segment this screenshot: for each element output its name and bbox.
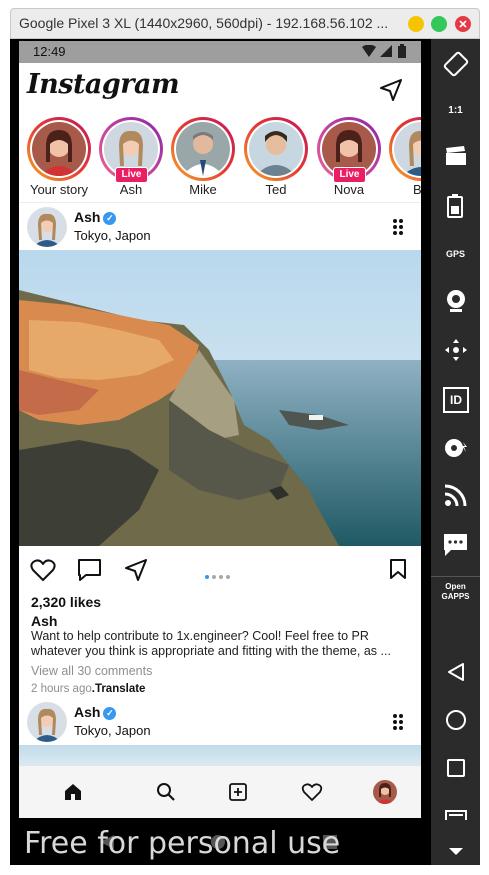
story-avatar (249, 122, 303, 176)
identity-icon[interactable]: ID (443, 387, 469, 413)
back-icon[interactable] (447, 662, 465, 682)
story-label: Ba (413, 182, 421, 197)
story-avatar (176, 122, 230, 176)
add-post-icon[interactable] (228, 782, 248, 802)
rotate-icon[interactable] (443, 51, 469, 77)
battery-icon (398, 44, 406, 58)
carousel-dot (226, 575, 230, 579)
cast-icon[interactable] (445, 484, 467, 506)
post-username[interactable]: Ash (74, 209, 100, 225)
carousel-dot-active (205, 575, 209, 579)
post-image[interactable] (19, 250, 421, 546)
more-options-icon[interactable] (392, 218, 404, 236)
minimize-button[interactable] (408, 16, 424, 32)
post-avatar[interactable] (27, 702, 67, 742)
story-label: Ted (265, 182, 287, 197)
scale-1-1-icon[interactable]: 1:1 (431, 99, 480, 123)
home-icon[interactable] (63, 782, 83, 802)
story-mike[interactable] (171, 117, 235, 181)
live-badge: Live (115, 167, 148, 183)
comment-icon[interactable] (77, 558, 102, 582)
emulator-toolbar: 1:1 GPS ID Open GAPPS (431, 39, 480, 865)
post-meta: 2 hours ago.Translate (31, 683, 145, 695)
carousel-dot (219, 575, 223, 579)
carousel-dot (212, 575, 216, 579)
story-nova[interactable]: Live (317, 117, 381, 183)
post-username-row[interactable]: Ash ✓ (74, 209, 117, 225)
verified-icon: ✓ (103, 212, 117, 225)
verified-icon: ✓ (103, 707, 117, 720)
next-post-image[interactable] (19, 745, 421, 765)
instagram-logo: Instagram (27, 69, 180, 100)
menu-icon[interactable] (445, 810, 467, 820)
disk-icon[interactable] (444, 436, 468, 460)
post-avatar[interactable] (27, 207, 67, 247)
home-circle-icon[interactable] (445, 709, 467, 731)
direct-message-icon[interactable] (379, 78, 403, 102)
caption-text: Want to help contribute to 1x.engineer? … (31, 629, 391, 658)
move-icon[interactable] (444, 338, 468, 362)
maximize-button[interactable] (431, 16, 447, 32)
close-button[interactable] (455, 16, 471, 32)
likes-count[interactable]: 2,320 likes (31, 594, 101, 610)
chevron-down-icon[interactable] (448, 847, 464, 857)
story-ash[interactable]: Live (99, 117, 163, 183)
post-header: Ash ✓ Tokyo, Japon (19, 204, 421, 250)
window-titlebar[interactable]: Google Pixel 3 XL (1440x2960, 560dpi) - … (10, 8, 480, 39)
bookmark-icon[interactable] (389, 558, 407, 580)
activity-heart-icon[interactable] (301, 782, 323, 802)
story-ba[interactable] (389, 117, 421, 181)
share-icon[interactable] (124, 558, 148, 582)
wifi-icon (362, 45, 376, 57)
like-icon[interactable] (30, 558, 56, 582)
story-your-story[interactable] (27, 117, 91, 181)
bottom-nav (19, 765, 421, 818)
camera-icon[interactable] (445, 289, 467, 313)
battery-icon[interactable] (447, 194, 463, 218)
post-location[interactable]: Tokyo, Japon (74, 723, 151, 738)
watermark: Free for personal use (24, 826, 341, 861)
message-icon[interactable] (443, 533, 468, 557)
close-icon (459, 20, 467, 28)
window-title: Google Pixel 3 XL (1440x2960, 560dpi) - … (19, 15, 389, 31)
story-label: Ash (119, 182, 143, 197)
more-options-icon[interactable] (392, 713, 404, 731)
phone-screen: Instagram Your story Live Ash Mike Ted L… (19, 63, 421, 818)
post-header: Ash ✓ Tokyo, Japon (19, 699, 421, 745)
screen-record-icon[interactable] (444, 146, 468, 166)
profile-avatar[interactable] (373, 780, 397, 804)
translate-link[interactable]: .Translate (92, 683, 146, 695)
story-avatar (32, 122, 86, 176)
post-location[interactable]: Tokyo, Japon (74, 228, 151, 243)
story-label: Mike (189, 182, 217, 197)
carousel-indicator (205, 566, 230, 584)
toolbar-divider (431, 576, 480, 577)
story-ted[interactable] (244, 117, 308, 181)
caption-username[interactable]: Ash (31, 613, 57, 629)
story-label: Your story (29, 182, 89, 197)
gps-icon[interactable]: GPS (431, 242, 480, 266)
post-username[interactable]: Ash (74, 704, 100, 720)
post-time: 2 hours ago (31, 683, 92, 695)
stories-tray: Your story Live Ash Mike Ted Live Nova B (19, 115, 421, 203)
story-avatar (394, 122, 421, 176)
recents-icon[interactable] (446, 758, 466, 778)
status-time: 12:49 (33, 44, 66, 59)
opengapps-icon[interactable]: Open GAPPS (431, 582, 480, 602)
story-label: Nova (333, 182, 365, 197)
status-bar: 12:49 (19, 41, 421, 63)
signal-icon (380, 45, 392, 57)
search-icon[interactable] (156, 782, 176, 802)
live-badge: Live (333, 167, 366, 183)
post-username-row[interactable]: Ash ✓ (74, 704, 117, 720)
view-comments-link[interactable]: View all 30 comments (31, 664, 152, 678)
divider (19, 202, 421, 203)
